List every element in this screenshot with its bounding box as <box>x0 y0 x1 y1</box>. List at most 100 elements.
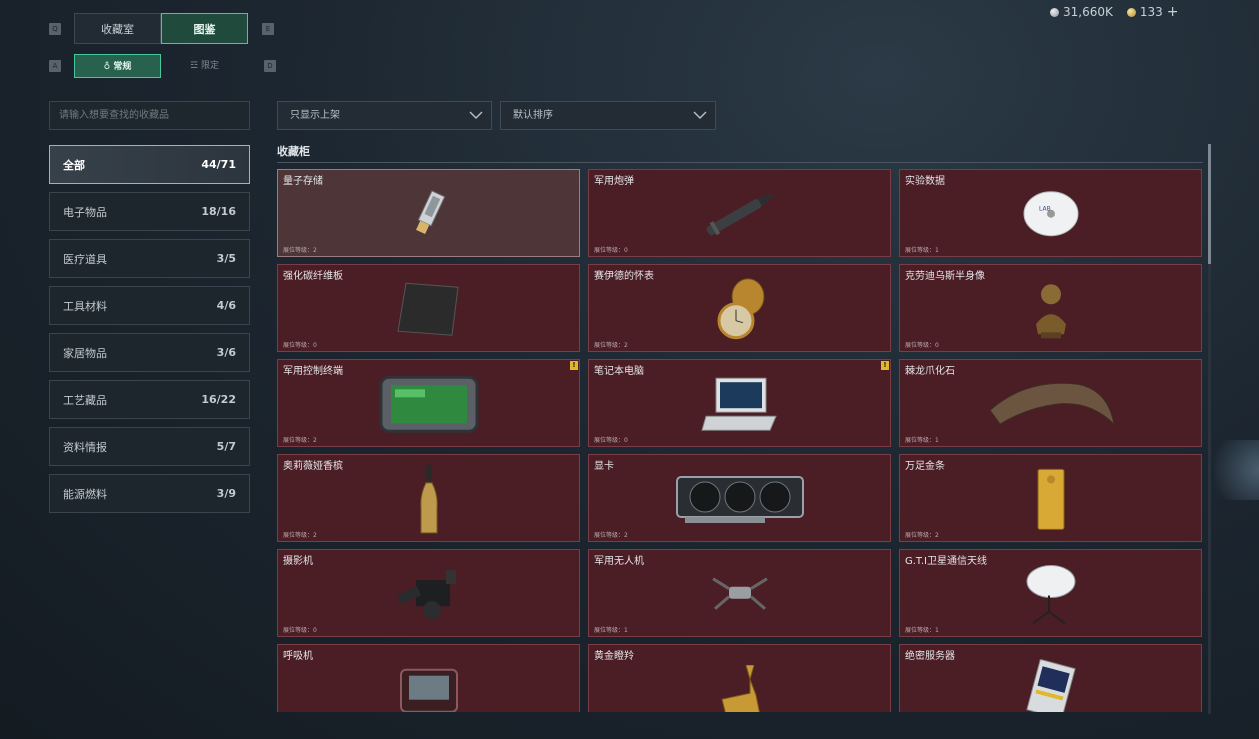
item-display-level: 展位等级：2 <box>283 437 317 444</box>
category-label: 电子物品 <box>63 205 107 219</box>
sort-value: 默认排序 <box>513 110 553 121</box>
usb-drive-icon <box>409 188 449 244</box>
collection-item-card[interactable]: 显卡 展位等级：2 <box>588 454 891 542</box>
disc-icon: LAB <box>1021 189 1081 243</box>
gold-amount: 133 <box>1139 5 1163 19</box>
item-name: 摄影机 <box>283 556 313 567</box>
collection-item-card[interactable]: 棘龙爪化石 展位等级：1 <box>899 359 1202 447</box>
collection-item-card[interactable]: 笔记本电脑 展位等级：0! <box>588 359 891 447</box>
collection-item-card[interactable]: 黄金瞪羚 <box>588 644 891 712</box>
collection-item-card[interactable]: 绝密服务器 <box>899 644 1202 712</box>
regular-icon: ♁ <box>103 62 114 72</box>
chevron-down-icon <box>469 111 483 119</box>
item-name: 黄金瞪羚 <box>594 651 634 662</box>
category-item[interactable]: 资料情报 5/7 <box>49 427 250 466</box>
collection-item-card[interactable]: G.T.I卫星通信天线 展位等级：1 <box>899 549 1202 637</box>
collection-item-card[interactable]: 军用炮弹 展位等级：0 <box>588 169 891 257</box>
currency-bar: 31,660K 133 + <box>1050 5 1179 19</box>
key-hint-prev-tab: Q <box>49 23 61 35</box>
category-count: 3/6 <box>216 346 236 359</box>
camera-icon <box>394 564 464 628</box>
category-item[interactable]: 全部 44/71 <box>49 145 250 184</box>
collection-item-card[interactable]: 万足金条 展位等级：2 <box>899 454 1202 542</box>
item-display-level: 展位等级：2 <box>283 532 317 539</box>
silver-currency: 31,660K <box>1050 5 1113 19</box>
category-count: 16/22 <box>201 393 236 406</box>
category-count: 18/16 <box>201 205 236 218</box>
item-name: 奥莉薇娅香槟 <box>283 461 343 472</box>
collection-item-card[interactable]: 量子存储展位等级：2 <box>277 169 580 257</box>
key-hint-next-sub: D <box>264 60 276 72</box>
category-label: 资料情报 <box>63 440 107 454</box>
carbon-plate-icon <box>394 279 464 343</box>
shelf-filter-dropdown[interactable]: 只显示上架 <box>277 101 492 130</box>
collection-item-card[interactable]: 呼吸机 <box>277 644 580 712</box>
section-title: 收藏柜 <box>277 145 310 158</box>
item-name: 强化碳纤维板 <box>283 271 343 282</box>
item-name: 万足金条 <box>905 461 945 472</box>
edge-glow <box>1199 440 1259 500</box>
category-item[interactable]: 家居物品 3/6 <box>49 333 250 372</box>
tab-catalog[interactable]: 图鉴 <box>161 13 248 44</box>
collection-grid-viewport: 量子存储 展位等级：2 军用炮弹 展位等级：0 实验数据 LAB 展位等级：1 强化碳纤维板展… <box>277 169 1203 712</box>
item-display-level: 展位等级：0 <box>283 342 317 349</box>
new-badge-icon: ! <box>570 361 578 370</box>
item-name: 赛伊德的怀表 <box>594 271 654 282</box>
section-divider <box>277 162 1203 163</box>
tab-collection-room[interactable]: 收藏室 <box>74 13 161 44</box>
category-item[interactable]: 工艺藏品 16/22 <box>49 380 250 419</box>
shelf-filter-value: 只显示上架 <box>290 110 340 121</box>
sub-tabs: ♁ 常规 ☲ 限定 <box>74 54 248 78</box>
item-display-level: 展位等级：2 <box>594 342 628 349</box>
collection-item-card[interactable]: 军用控制终端 展位等级：2! <box>277 359 580 447</box>
key-hint-prev-sub: A <box>49 60 61 72</box>
category-count: 4/6 <box>216 299 236 312</box>
category-label: 全部 <box>63 158 85 172</box>
item-display-level: 展位等级：0 <box>283 627 317 634</box>
category-item[interactable]: 能源燃料 3/9 <box>49 474 250 513</box>
item-name: 军用无人机 <box>594 556 644 567</box>
collection-item-card[interactable]: 赛伊德的怀表展位等级：2 <box>588 264 891 352</box>
item-name: 笔记本电脑 <box>594 366 644 377</box>
subtab-regular-label: 常规 <box>113 62 132 72</box>
item-name: 克劳迪乌斯半身像 <box>905 271 985 282</box>
silver-amount: 31,660K <box>1063 5 1113 19</box>
collection-item-card[interactable]: 克劳迪乌斯半身像 展位等级：0 <box>899 264 1202 352</box>
subtab-limited[interactable]: ☲ 限定 <box>161 54 248 78</box>
category-item[interactable]: 工具材料 4/6 <box>49 286 250 325</box>
collection-item-card[interactable]: 军用无人机展位等级：1 <box>588 549 891 637</box>
collection-item-card[interactable]: 强化碳纤维板展位等级：0 <box>277 264 580 352</box>
collection-item-card[interactable]: 奥莉薇娅香槟展位等级：2 <box>277 454 580 542</box>
satellite-dish-icon <box>1021 562 1081 632</box>
subtab-limited-label: 限定 <box>200 61 219 71</box>
item-display-level: 展位等级：2 <box>283 247 317 254</box>
category-item[interactable]: 电子物品 18/16 <box>49 192 250 231</box>
category-label: 能源燃料 <box>63 487 107 501</box>
item-name: 量子存储 <box>283 176 323 187</box>
category-label: 医疗道具 <box>63 252 107 266</box>
item-display-level: 展位等级：1 <box>594 627 628 634</box>
bust-icon <box>1028 278 1074 344</box>
sort-dropdown[interactable]: 默认排序 <box>500 101 716 130</box>
category-item[interactable]: 医疗道具 3/5 <box>49 239 250 278</box>
collection-grid: 量子存储 展位等级：2 军用炮弹 展位等级：0 实验数据 LAB 展位等级：1 强化碳纤维板展… <box>277 169 1203 712</box>
collection-item-card[interactable]: 实验数据 LAB 展位等级：1 <box>899 169 1202 257</box>
search-input[interactable] <box>49 101 250 130</box>
category-count: 44/71 <box>201 158 236 171</box>
gold-gazelle-icon <box>710 659 770 712</box>
add-currency-button[interactable]: + <box>1167 5 1179 19</box>
category-count: 5/7 <box>216 440 236 453</box>
svg-text:LAB: LAB <box>1039 206 1051 213</box>
new-badge-icon: ! <box>881 361 889 370</box>
ventilator-icon <box>399 664 459 712</box>
category-list: 全部 44/71 电子物品 18/16 医疗道具 3/5 工具材料 4/6 家居物品 3/6 工艺藏… <box>49 145 250 513</box>
scrollbar-thumb[interactable] <box>1208 144 1211 264</box>
gold-bar-icon <box>1036 467 1066 535</box>
collection-item-card[interactable]: 摄影机展位等级：0 <box>277 549 580 637</box>
main-tabs: 收藏室 图鉴 <box>74 13 248 44</box>
item-display-level: 展位等级：1 <box>905 627 939 634</box>
subtab-regular[interactable]: ♁ 常规 <box>74 54 161 78</box>
category-count: 3/9 <box>216 487 236 500</box>
drone-icon <box>705 569 775 623</box>
category-count: 3/5 <box>216 252 236 265</box>
